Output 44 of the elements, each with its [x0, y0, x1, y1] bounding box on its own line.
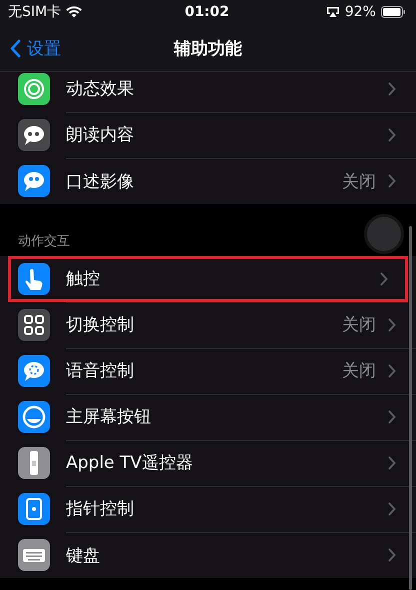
settings-row[interactable]: 触控	[8, 256, 408, 302]
screen-mirroring-icon	[326, 6, 340, 18]
section-header: 动作交互	[18, 233, 70, 251]
settings-row[interactable]: 语音控制 关闭	[0, 348, 416, 394]
row-value: 关闭	[342, 170, 376, 192]
settings-row[interactable]: 切换控制 关闭	[0, 302, 416, 348]
battery-icon	[380, 6, 406, 18]
carrier-text: 无SIM卡	[8, 3, 62, 21]
settings-row[interactable]: 指针控制	[0, 486, 416, 532]
settings-row[interactable]: 朗读内容	[0, 112, 416, 158]
battery-percent-text: 92%	[344, 4, 376, 20]
clock-text: 01:02	[184, 4, 230, 20]
chevron-right-icon	[388, 82, 396, 96]
settings-row[interactable]: 键盘	[0, 532, 416, 578]
row-label: 口述影像	[66, 170, 135, 192]
page-title: 辅助功能	[174, 38, 242, 60]
settings-row[interactable]: Apple TV遥控器	[0, 440, 416, 486]
chevron-right-icon	[388, 548, 396, 562]
chevron-right-icon	[388, 456, 396, 470]
row-label: 触控	[66, 268, 101, 290]
row-label: 语音控制	[66, 360, 135, 382]
wifi-icon	[66, 6, 82, 18]
chevron-right-icon	[388, 174, 396, 188]
settings-row[interactable]: 口述影像 关闭	[0, 158, 416, 204]
chevron-right-icon	[388, 364, 396, 378]
back-button[interactable]: 设置	[0, 36, 61, 60]
chevron-right-icon	[388, 128, 396, 142]
row-label: 键盘	[66, 544, 101, 566]
settings-row[interactable]: 动态效果	[0, 72, 416, 112]
row-label: Apple TV遥控器	[66, 452, 194, 474]
settings-row[interactable]: 主屏幕按钮	[0, 394, 416, 440]
chevron-right-icon	[388, 410, 396, 424]
row-label: 指针控制	[66, 498, 135, 520]
row-label: 主屏幕按钮	[66, 406, 152, 428]
chevron-right-icon	[388, 318, 396, 332]
assistive-touch-button[interactable]	[364, 214, 404, 254]
chevron-left-icon	[10, 38, 21, 58]
chevron-right-icon	[388, 502, 396, 516]
row-label: 切换控制	[66, 314, 135, 336]
chevron-right-icon	[380, 272, 388, 286]
row-value: 关闭	[342, 314, 376, 336]
row-value: 关闭	[342, 360, 376, 382]
row-label: 动态效果	[66, 78, 135, 100]
row-label: 朗读内容	[66, 124, 135, 146]
